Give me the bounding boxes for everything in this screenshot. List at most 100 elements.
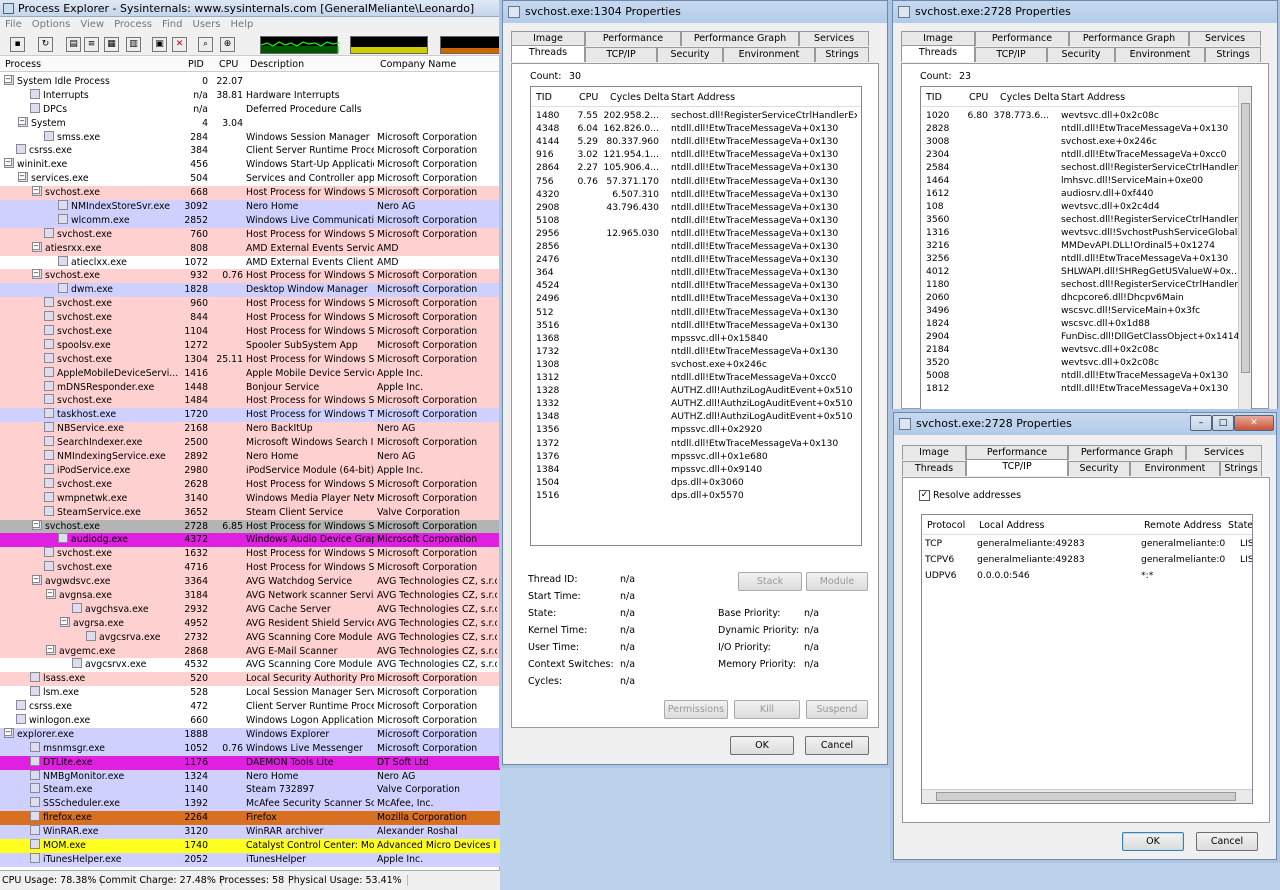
tab-environment[interactable]: Environment [723, 47, 815, 62]
thread-row[interactable]: 1384 mpssvc.dll+0x9140 [531, 463, 861, 476]
close-icon[interactable]: ✕ [1234, 415, 1274, 431]
thread-row[interactable]: 3520 wevtsvc.dll+0x2c08c [921, 356, 1251, 369]
thread-row[interactable]: 1020 6.80 378.773.6... wevtsvc.dll+0x2c08c [921, 109, 1251, 122]
process-row[interactable]: NMIndexStoreSvr.exe 3092 Nero Home Nero AG [0, 200, 500, 214]
col-local-address[interactable]: Local Address [979, 520, 1044, 531]
process-row[interactable]: SteamService.exe 3652 Steam Client Service… [0, 505, 500, 520]
process-row[interactable]: svchost.exe 960 Host Process for Windows S… [0, 297, 500, 312]
col-tid[interactable]: TID [926, 92, 942, 103]
tab-strings[interactable]: Strings [815, 47, 869, 62]
process-row[interactable]: winlogon.exe 660 Windows Logon Application… [0, 713, 500, 728]
thread-row[interactable]: 1328 AUTHZ.dll!AuthziLogAuditEvent+0x510 [531, 384, 861, 397]
tab-services[interactable]: Services [1189, 31, 1261, 46]
menu-users[interactable]: Users [188, 17, 226, 30]
commit-graph[interactable] [350, 36, 428, 54]
scroll-thumb[interactable] [936, 792, 1236, 801]
tab-environment[interactable]: Environment [1130, 461, 1220, 476]
process-row[interactable]: wmpnetwk.exe 3140 Windows Media Player Net… [0, 491, 500, 506]
collapse-icon[interactable]: − [32, 241, 40, 250]
thread-row[interactable]: 916 3.02 121.954.1... ntdll.dll!EtwTraceMes… [531, 148, 861, 161]
process-row[interactable]: MOM.exe 1740 Catalyst Control Center: Moni… [0, 838, 500, 853]
process-row[interactable]: mDNSResponder.exe 1448 Bonjour Service Appl… [0, 380, 500, 395]
thread-row[interactable]: 1612 audiosrv.dll+0xf440 [921, 187, 1251, 200]
process-row[interactable]: − System 4 3.04 [0, 116, 500, 131]
thread-row[interactable]: 5108 ntdll.dll!EtwTraceMessageVa+0x130 [531, 214, 861, 227]
process-row[interactable]: − avgnsa.exe 3184 AVG Network scanner Servi… [0, 588, 500, 603]
collapse-icon[interactable]: − [60, 616, 68, 625]
tab-security[interactable]: Security [1047, 47, 1115, 62]
process-row[interactable]: csrss.exe 384 Client Server Runtime Proces… [0, 144, 500, 159]
tab-services[interactable]: Services [799, 31, 869, 46]
process-row[interactable]: AppleMobileDeviceServi... 1416 Apple Mobil… [0, 366, 500, 381]
thread-row[interactable]: 2904 FunDisc.dll!DllGetClassObject+0x1414 [921, 330, 1251, 343]
tab-strings[interactable]: Strings [1205, 47, 1261, 62]
col-pid[interactable]: PID [188, 59, 204, 70]
thread-row[interactable]: 3216 MMDevAPI.DLL!Ordinal5+0x1274 [921, 239, 1251, 252]
collapse-icon[interactable]: − [32, 519, 40, 528]
thread-row[interactable]: 2496 ntdll.dll!EtwTraceMessageVa+0x130 [531, 292, 861, 305]
kill-button[interactable]: Kill [734, 700, 800, 719]
thread-row[interactable]: 2908 43.796.430 ntdll.dll!EtwTraceMessageV… [531, 201, 861, 214]
tab-performance-graph[interactable]: Performance Graph [1068, 445, 1186, 460]
ok-button[interactable]: OK [1122, 832, 1184, 851]
process-row[interactable]: DPCs n/a Deferred Procedure Calls [0, 102, 500, 117]
save-icon[interactable]: ▪ [10, 37, 25, 52]
tab-security[interactable]: Security [657, 47, 723, 62]
process-row[interactable]: − svchost.exe 2728 6.85 Host Process for Win… [0, 519, 500, 534]
suspend-button[interactable]: Suspend [806, 700, 868, 719]
process-row[interactable]: − explorer.exe 1888 Windows Explorer Microso… [0, 727, 500, 742]
process-row[interactable]: − avgemc.exe 2868 AVG E-Mail Scanner AVG Tec… [0, 644, 500, 659]
col-cpu[interactable]: CPU [219, 59, 238, 70]
cpu-graph[interactable] [260, 36, 340, 54]
tab-performance-graph[interactable]: Performance Graph [681, 31, 799, 46]
process-row[interactable]: Interrupts n/a 38.81 Hardware Interrupts [0, 88, 500, 103]
process-row[interactable]: taskhost.exe 1720 Host Process for Windows… [0, 408, 500, 423]
thread-row[interactable]: 1356 mpssvc.dll+0x2920 [531, 423, 861, 436]
process-row[interactable]: DTLite.exe 1176 DAEMON Tools Lite DT Soft L… [0, 755, 500, 770]
thread-row[interactable]: 108 wevtsvc.dll+0x2c4d4 [921, 200, 1251, 213]
collapse-icon[interactable]: − [46, 644, 54, 653]
process-row[interactable]: NMIndexingService.exe 2892 Nero Home Nero A… [0, 450, 500, 464]
tab-threads[interactable]: Threads [901, 45, 975, 62]
collapse-icon[interactable]: − [32, 269, 40, 278]
lower-pane-icon[interactable]: ▦ [104, 37, 119, 52]
process-row[interactable]: msnmsgr.exe 1052 0.76 Windows Live Messenge… [0, 741, 500, 756]
process-row[interactable]: − svchost.exe 668 Host Process for Windows … [0, 186, 500, 201]
maximize-icon[interactable]: □ [1212, 415, 1234, 431]
connection-row[interactable]: TCPV6 generalmeliante:49283 generalmeliant… [922, 553, 1252, 566]
process-row[interactable]: audiodg.exe 4372 Windows Audio Device Grap… [0, 533, 500, 548]
thread-row[interactable]: 1316 wevtsvc.dll!SvchostPushServiceGlobal… [921, 226, 1251, 239]
thread-row[interactable]: 2828 ntdll.dll!EtwTraceMessageVa+0x130 [921, 122, 1251, 135]
process-row[interactable]: firefox.exe 2264 Firefox Mozilla Corporatio… [0, 811, 500, 826]
process-row[interactable]: − svchost.exe 932 0.76 Host Process for Wind… [0, 269, 500, 284]
process-row[interactable]: svchost.exe 844 Host Process for Windows S… [0, 311, 500, 326]
process-row[interactable]: avgcsrvx.exe 4532 AVG Scanning Core Module… [0, 658, 500, 673]
thread-row[interactable]: 3256 ntdll.dll!EtwTraceMessageVa+0x130 [921, 252, 1251, 265]
properties-icon[interactable]: ▣ [152, 37, 167, 52]
collapse-icon[interactable]: − [46, 588, 54, 597]
connection-row[interactable]: TCP generalmeliante:49283 generalmeliante:… [922, 537, 1252, 550]
thread-row[interactable]: 512 ntdll.dll!EtwTraceMessageVa+0x130 [531, 306, 861, 319]
process-row[interactable]: wlcomm.exe 2852 Windows Live Communicatio.… [0, 213, 500, 228]
process-row[interactable]: − services.exe 504 Services and Controller … [0, 172, 500, 187]
thread-row[interactable]: 3560 sechost.dll!RegisterServiceCtrlHandl… [921, 213, 1251, 226]
col-process[interactable]: Process [5, 59, 41, 70]
tab-image[interactable]: Image [901, 31, 975, 46]
thread-row[interactable]: 1464 lmhsvc.dll!ServiceMain+0xe00 [921, 174, 1251, 187]
col-cycles-delta[interactable]: Cycles Delta [610, 92, 669, 103]
thread-row[interactable]: 2856 ntdll.dll!EtwTraceMessageVa+0x130 [531, 240, 861, 253]
permissions-button[interactable]: Permissions [664, 700, 728, 719]
resolve-addresses-checkbox[interactable]: ✓ [919, 490, 930, 501]
col-remote-address[interactable]: Remote Address [1144, 520, 1222, 531]
process-row[interactable]: svchost.exe 760 Host Process for Windows S… [0, 227, 500, 242]
menu-view[interactable]: View [75, 17, 109, 30]
process-row[interactable]: SearchIndexer.exe 2500 Microsoft Windows S… [0, 436, 500, 451]
thread-row[interactable]: 2060 dhcpcore6.dll!Dhcpv6Main [921, 291, 1251, 304]
tab-services[interactable]: Services [1186, 445, 1262, 460]
thread-row[interactable]: 2584 sechost.dll!RegisterServiceCtrlHandl… [921, 161, 1251, 174]
col-state[interactable]: State [1228, 520, 1252, 531]
thread-row[interactable]: 2184 wevtsvc.dll+0x2c08c [921, 343, 1251, 356]
thread-row[interactable]: 1372 ntdll.dll!EtwTraceMessageVa+0x130 [531, 437, 861, 450]
tab-performance[interactable]: Performance [966, 445, 1068, 460]
collapse-icon[interactable]: − [18, 116, 26, 125]
